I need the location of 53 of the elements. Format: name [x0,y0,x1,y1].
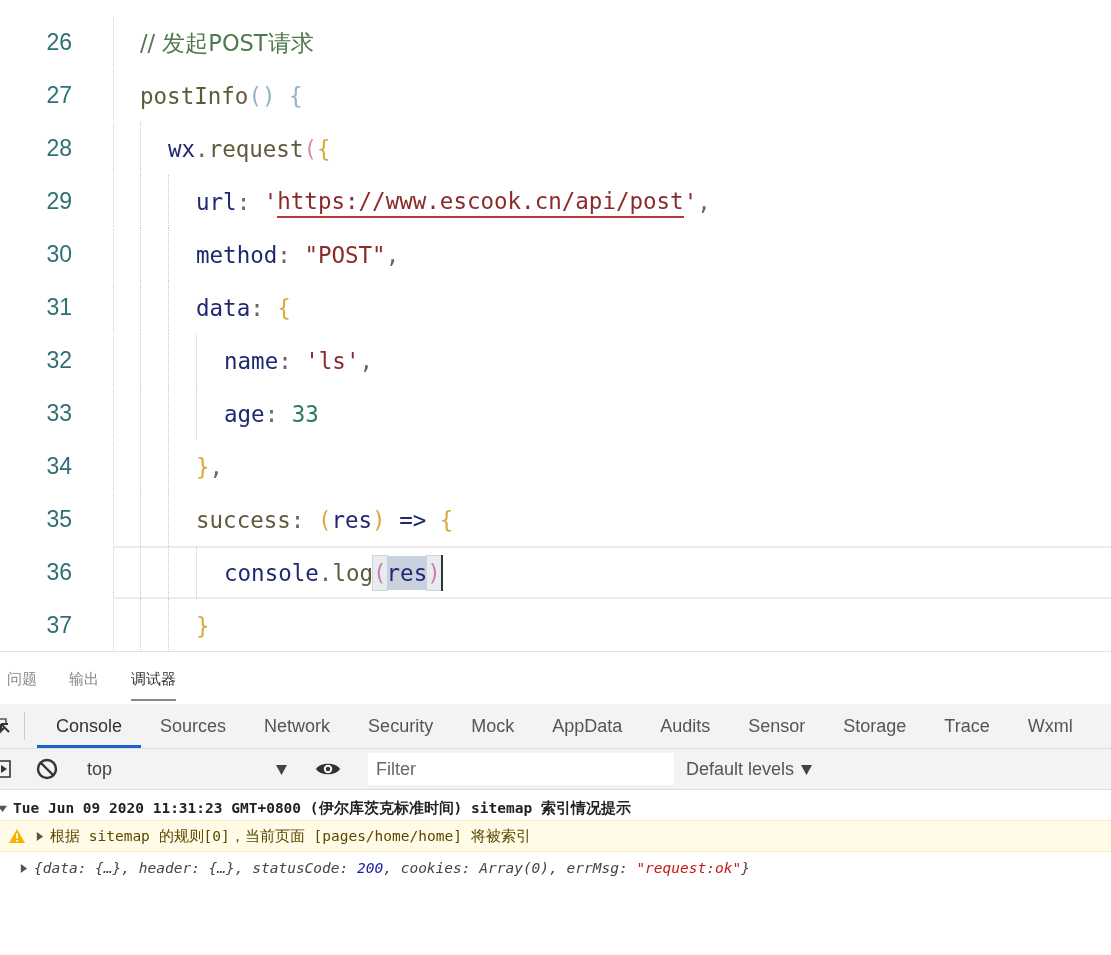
code-line: postInfo() { [113,69,1111,122]
play-panel-icon[interactable] [0,759,12,779]
code-line: data: { [113,281,1111,334]
code-line: name: 'ls', [113,334,1111,387]
code-line: success: (res) => { [113,493,1111,546]
line-number: 32 [45,346,73,375]
filter-field[interactable]: Filter [368,753,674,785]
code-line: wx.request({ [113,122,1111,175]
devtools-tab[interactable]: Wxml [1008,707,1092,748]
line-number: 31 [45,293,73,322]
code-line: age: 33 [113,387,1111,440]
code-line: // 发起POST请求 [113,16,1111,69]
line-number: 29 [45,187,73,216]
line-number: 36 [45,558,73,587]
line-number: 34 [45,452,73,481]
line-number: 26 [45,28,73,57]
devtools-tab[interactable]: AppData [533,707,642,748]
panel-tab[interactable]: 问题 [7,655,37,701]
expand-arrow-icon[interactable] [35,831,44,841]
devtools-tab[interactable]: Storage [824,707,926,748]
devtools-tab[interactable]: Security [349,707,453,748]
devtools-tab[interactable]: Sensor [729,707,825,748]
clear-icon[interactable] [36,758,58,780]
line-number: 28 [45,134,73,163]
expand-arrow-icon[interactable] [19,863,28,873]
caret-icon[interactable] [801,763,813,775]
warning-message: 根据 sitemap 的规则[0]，当前页面 [pages/home/home] 将被索引 [50,826,531,846]
devtools-tab[interactable]: Network [245,707,350,748]
log-message: {data: {…}, header: {…}, statusCode: 200, cookies: Array(0), errMsg: "request:ok"} [34,860,750,876]
devtools-tab[interactable]: Audits [641,707,730,748]
line-number: 37 [45,611,73,640]
levels-dropdown[interactable]: Default levels [686,758,813,780]
devtools-tab[interactable]: Sources [141,707,246,748]
eye-icon[interactable] [315,761,341,777]
line-number: 35 [45,505,73,534]
panel-tab[interactable]: 调试器 [131,655,176,701]
code-line: console.log(res) [113,546,1111,599]
warning-icon [9,829,25,843]
line-number: 27 [45,81,73,110]
expand-arrow-icon[interactable] [0,803,7,813]
line-number: 33 [45,399,73,428]
caret-icon[interactable] [276,763,287,775]
code-line: } [113,599,1111,652]
context-dropdown[interactable]: top [82,758,287,780]
panel-tab[interactable]: 输出 [69,655,99,701]
code-line: method: "POST", [113,228,1111,281]
group-title: Tue Jun 09 2020 11:31:23 GMT+0800 (伊尔库茨克标准时间) sitemap 索引情况提示 [13,798,631,818]
code-line: }, [113,440,1111,493]
line-number: 30 [45,240,73,269]
code-line: url: 'https://www.escook.cn/api/post', [113,175,1111,228]
devtools-tab[interactable]: Mock [452,707,534,748]
devtools-tab[interactable]: Trace [925,707,1009,748]
inspect-icon[interactable] [0,717,12,735]
